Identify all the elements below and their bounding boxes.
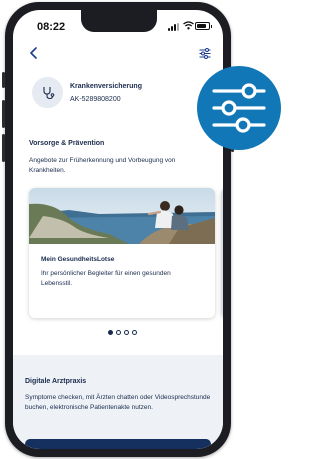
insurance-avatar [32,77,63,108]
gesundheitslotse-card[interactable]: Mein GesundheitsLotse Ihr persönlicher B… [29,188,215,318]
insurance-title: Krankenversicherung [70,83,142,90]
digital-practice-section: Digitale Arztpraxis Symptome checken, mi… [13,355,223,449]
status-time: 08:22 [37,21,66,33]
digital-practice-button[interactable] [25,439,211,449]
filter-badge[interactable] [197,66,281,150]
phone-frame: 08:22 Krankenversicherung AK-5289808200 … [2,2,234,457]
carousel-dot[interactable] [124,330,129,335]
stethoscope-icon [42,86,54,99]
next-card-peek[interactable] [221,188,223,318]
digital-practice-title: Digitale Arztpraxis [25,378,87,385]
status-bar: 08:22 [13,10,223,40]
notch [81,10,157,32]
sliders-icon [212,83,266,133]
silent-switch [2,72,5,88]
card-title: Mein GesundheitsLotse [41,256,115,263]
prevention-section-title: Vorsorge & Prävention [29,140,105,147]
volume-down-button [2,134,5,162]
digital-practice-description: Symptome checken, mit Ärzten chatten ode… [25,394,211,411]
carousel-pagination [108,330,137,335]
card-description: Ihr persönlicher Begleiter für einen ges… [41,270,171,287]
filter-sliders-icon[interactable] [199,48,211,59]
carousel-dot[interactable] [116,330,121,335]
volume-up-button [2,100,5,128]
signal-icon [168,23,179,31]
carousel-dot[interactable] [108,330,113,335]
carousel-dot[interactable] [132,330,137,335]
prevention-section-description: Angebote zur Früherkennung und Vorbeugun… [29,157,176,174]
card-photo-coast [29,188,215,244]
app-screen: 08:22 Krankenversicherung AK-5289808200 … [13,10,223,449]
battery-icon [195,22,212,30]
wifi-icon [183,21,194,30]
insurance-number: AK-5289808200 [70,96,121,103]
back-chevron-icon[interactable] [29,47,39,59]
